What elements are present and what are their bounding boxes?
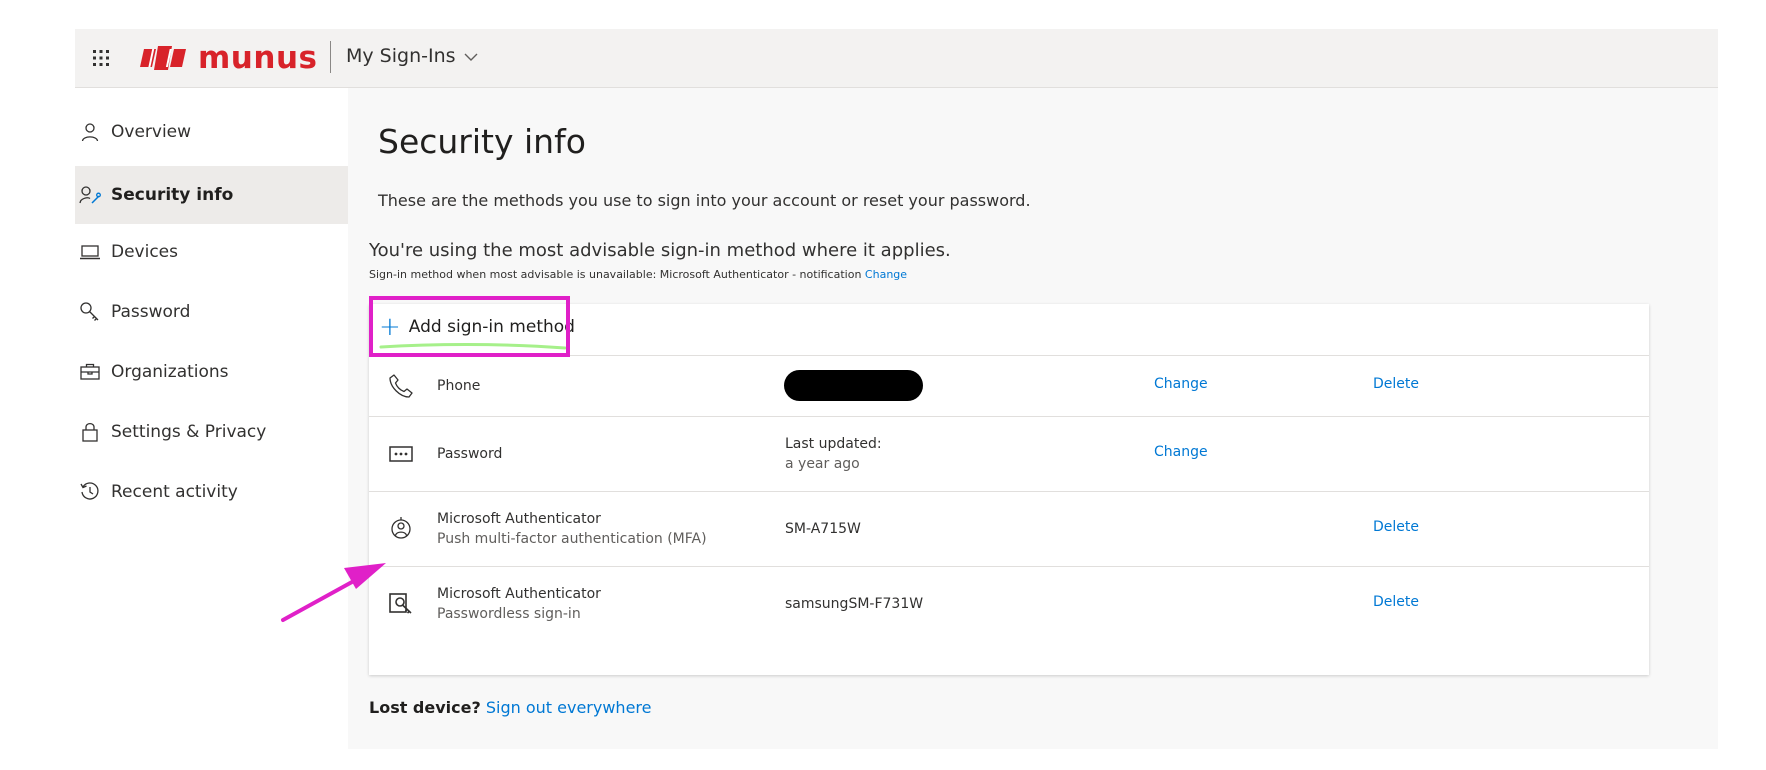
default-method-change-link[interactable]: Change <box>865 268 907 281</box>
sidebar-item-security-info[interactable]: Security info <box>75 166 348 224</box>
default-method-text: Sign-in method when most advisable is un… <box>369 268 862 281</box>
waffle-icon[interactable] <box>87 44 115 72</box>
method-detail: Last updated: a year ago <box>785 434 882 474</box>
lost-device-line: Lost device? Sign out everywhere <box>369 698 651 717</box>
history-icon <box>79 481 101 503</box>
password-change-link[interactable]: Change <box>1154 444 1208 460</box>
passwordless-icon <box>387 590 415 618</box>
security-person-key-icon <box>79 184 101 206</box>
person-icon <box>79 121 101 143</box>
method-row-authenticator-passwordless: Microsoft Authenticator Passwordless sig… <box>369 567 1649 641</box>
lock-icon <box>79 421 101 443</box>
method-detail: samsungSM-F731W <box>785 596 924 612</box>
sidebar-item-settings-privacy[interactable]: Settings & Privacy <box>75 403 348 461</box>
sidebar-item-label: Settings & Privacy <box>111 422 267 442</box>
brand-name: munus <box>198 39 318 76</box>
sidebar-item-label: Devices <box>111 242 178 262</box>
briefcase-icon <box>79 361 101 383</box>
sign-out-everywhere-link[interactable]: Sign out everywhere <box>486 698 652 717</box>
page-title: Security info <box>378 122 586 161</box>
authenticator-mfa-delete-link[interactable]: Delete <box>1373 519 1419 535</box>
sidebar-item-label: Security info <box>111 185 234 205</box>
sidebar-item-overview[interactable]: Overview <box>75 103 348 161</box>
top-bar: munus My Sign-Ins <box>75 29 1718 88</box>
key-icon <box>79 301 101 323</box>
authenticator-passwordless-delete-link[interactable]: Delete <box>1373 594 1419 610</box>
page-subtitle: These are the methods you use to sign in… <box>378 191 1031 210</box>
plus-icon: + <box>379 312 401 342</box>
method-detail: SM-A715W <box>785 521 861 537</box>
add-sign-in-method-button[interactable]: + Add sign-in method <box>379 314 575 340</box>
phone-delete-link[interactable]: Delete <box>1373 376 1419 392</box>
method-name: Microsoft Authenticator <box>437 511 601 527</box>
sidebar-item-label: Password <box>111 302 191 322</box>
default-method-line: Sign-in method when most advisable is un… <box>369 268 907 281</box>
advisable-status: You're using the most advisable sign-in … <box>369 240 951 261</box>
sidebar-item-devices[interactable]: Devices <box>75 223 348 281</box>
sidebar-item-organizations[interactable]: Organizations <box>75 343 348 401</box>
method-row-password: Password Last updated: a year ago Change <box>369 417 1649 492</box>
app-frame: munus My Sign-Ins Overview Security info <box>75 29 1718 749</box>
password-dots-icon <box>387 440 415 468</box>
sidebar-item-label: Overview <box>111 122 192 142</box>
app-title: My Sign-Ins <box>346 45 456 67</box>
sidebar-nav: Overview Security info Devices Password … <box>75 88 348 749</box>
sidebar-item-recent-activity[interactable]: Recent activity <box>75 463 348 521</box>
brand-logo[interactable]: munus <box>140 37 317 79</box>
method-name-block: Microsoft Authenticator Passwordless sig… <box>437 584 601 624</box>
brand-mark-icon <box>140 46 186 70</box>
app-title-dropdown[interactable]: My Sign-Ins <box>346 45 478 67</box>
password-last-updated-label: Last updated: <box>785 436 882 452</box>
sidebar-item-label: Organizations <box>111 362 229 382</box>
sidebar-item-password[interactable]: Password <box>75 283 348 341</box>
add-method-row: + Add sign-in method <box>369 296 1649 357</box>
main-content: Security info These are the methods you … <box>348 88 1718 749</box>
method-row-authenticator-mfa: Microsoft Authenticator Push multi-facto… <box>369 492 1649 567</box>
method-name-block: Microsoft Authenticator Push multi-facto… <box>437 509 707 549</box>
methods-card: + Add sign-in method Phone Change Delete <box>369 296 1649 675</box>
method-subtitle: Push multi-factor authentication (MFA) <box>437 531 707 547</box>
method-name: Phone <box>437 378 481 394</box>
phone-icon <box>387 372 415 400</box>
highlight-underline <box>379 343 567 350</box>
chevron-down-icon <box>464 45 478 67</box>
method-name: Microsoft Authenticator <box>437 586 601 602</box>
add-method-label: Add sign-in method <box>408 317 575 337</box>
method-row-phone: Phone Change Delete <box>369 356 1649 417</box>
sidebar-item-label: Recent activity <box>111 482 238 502</box>
password-last-updated-value: a year ago <box>785 456 860 472</box>
redacted-phone-number <box>784 370 923 401</box>
phone-change-link[interactable]: Change <box>1154 376 1208 392</box>
authenticator-icon <box>387 515 415 543</box>
laptop-icon <box>79 241 101 263</box>
method-name: Password <box>437 446 503 462</box>
method-subtitle: Passwordless sign-in <box>437 606 581 622</box>
lost-device-label: Lost device? <box>369 698 481 717</box>
header-divider <box>330 41 331 73</box>
